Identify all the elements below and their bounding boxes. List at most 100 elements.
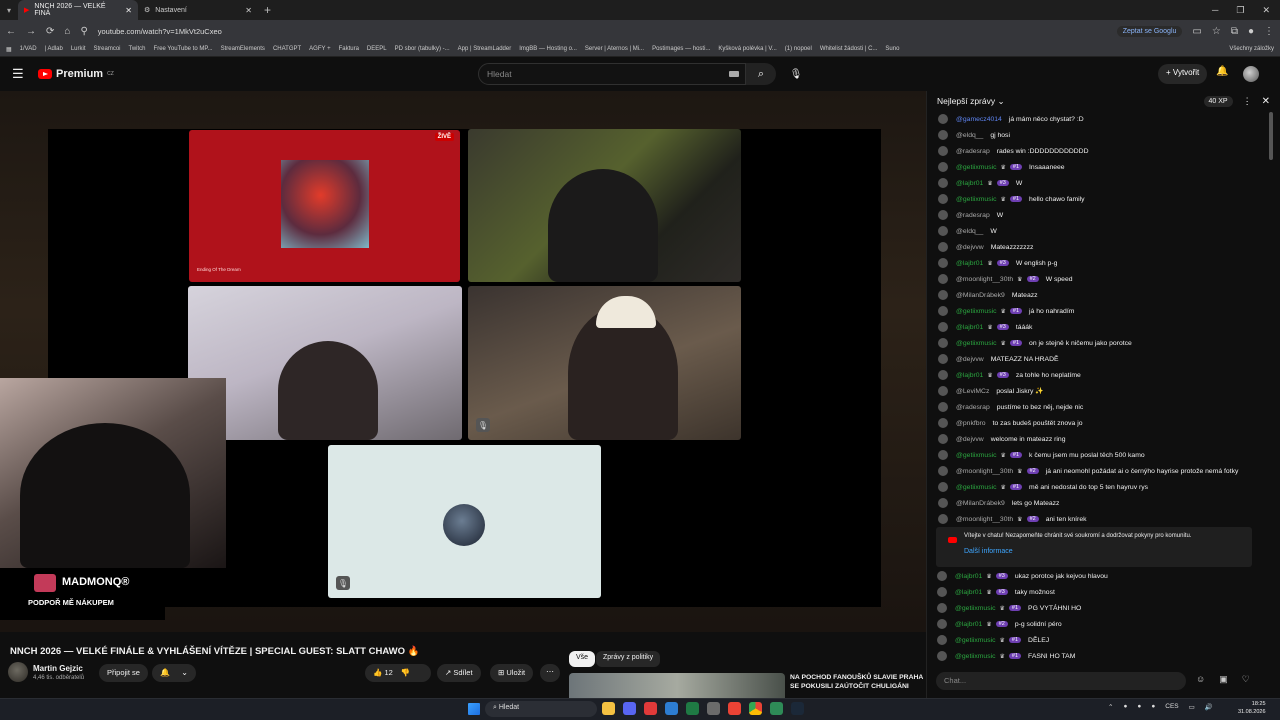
tray-icon[interactable]: ⌃ bbox=[1108, 703, 1113, 711]
bookmark[interactable]: StreamElements bbox=[221, 46, 265, 52]
chat-message[interactable]: @dejvvw welcome in mateazz ring bbox=[927, 431, 1275, 447]
chat-message[interactable]: @pnkfbro to zas budeš pouštět znova jo bbox=[927, 415, 1275, 431]
chat-author-avatar[interactable] bbox=[938, 482, 948, 492]
account-avatar[interactable] bbox=[1243, 66, 1259, 82]
more-actions-icon[interactable]: ⋯ bbox=[540, 664, 560, 682]
chat-author-avatar[interactable] bbox=[938, 450, 948, 460]
chat-author[interactable]: @getiixmusic bbox=[956, 196, 997, 203]
bookmark[interactable]: Streamcoi bbox=[94, 46, 121, 52]
close-tab-icon[interactable]: ✕ bbox=[125, 6, 132, 15]
chat-message[interactable]: @lajbr01 ♛ #2 p-g solidní péro bbox=[926, 616, 1274, 632]
keyboard-icon[interactable] bbox=[729, 71, 739, 77]
chat-author[interactable]: @pnkfbro bbox=[956, 420, 986, 427]
chat-author[interactable]: @lajbr01 bbox=[955, 589, 982, 596]
chat-message[interactable]: @LeviMCz poslal Jiskry ✨ bbox=[927, 383, 1275, 399]
chat-author[interactable]: @gamecz4014 bbox=[956, 116, 1002, 123]
app-icon[interactable] bbox=[728, 702, 741, 715]
bookmark[interactable]: AGFY + bbox=[309, 46, 330, 52]
chat-message[interactable]: @getiixmusic ♛ #1 já ho nahradím bbox=[927, 303, 1275, 319]
voice-search-icon[interactable]: 🎙 bbox=[786, 63, 806, 85]
tab-list-icon[interactable]: ▾ bbox=[0, 6, 18, 15]
extensions-icon[interactable]: ⧉ bbox=[1231, 26, 1238, 37]
bookmark[interactable]: Kyšková polévka | V... bbox=[718, 46, 776, 52]
chat-author[interactable]: @dejvvw bbox=[956, 356, 984, 363]
chat-author-avatar[interactable] bbox=[938, 194, 948, 204]
chat-author[interactable]: @moonlight__30th bbox=[956, 276, 1013, 283]
chat-message[interactable]: @moonlight__30th ♛ #2 ani ten knírek bbox=[927, 511, 1275, 527]
save-button[interactable]: ⊞ Uložit bbox=[490, 664, 534, 682]
join-button[interactable]: Připojit se bbox=[99, 664, 148, 682]
app-icon[interactable] bbox=[644, 702, 657, 715]
close-tab-icon[interactable]: ✕ bbox=[245, 6, 252, 15]
back-icon[interactable]: ← bbox=[6, 26, 16, 37]
chat-message[interactable]: @dejvvw MATEAZZ NA HRADĚ bbox=[927, 351, 1275, 367]
chat-author[interactable]: @getiixmusic bbox=[956, 452, 997, 459]
chat-author-avatar[interactable] bbox=[938, 418, 948, 428]
chat-author-avatar[interactable] bbox=[938, 130, 948, 140]
tab-youtube[interactable]: ▶ NNCH 2026 — VELKÉ FINÁ ✕ bbox=[18, 0, 138, 20]
bookmark[interactable]: Postimages — hosti... bbox=[652, 46, 710, 52]
language-indicator[interactable]: CES bbox=[1165, 703, 1178, 711]
chat-author-avatar[interactable] bbox=[938, 322, 948, 332]
share-button[interactable]: ↗ Sdílet bbox=[437, 664, 481, 682]
chat-author-avatar[interactable] bbox=[938, 402, 948, 412]
chip-all[interactable]: Vše bbox=[569, 651, 596, 667]
chat-author[interactable]: @lajbr01 bbox=[956, 180, 983, 187]
chat-message[interactable]: @lajbr01 ♛ #3 W bbox=[927, 175, 1275, 191]
excel-icon[interactable] bbox=[686, 702, 699, 715]
taskbar-clock[interactable]: 18:25 31.08.2026 bbox=[1238, 700, 1266, 716]
chat-author-avatar[interactable] bbox=[938, 210, 948, 220]
tab-settings[interactable]: ⚙ Nastavení ✕ bbox=[138, 0, 258, 20]
chat-author-avatar[interactable] bbox=[937, 571, 947, 581]
chat-message[interactable]: @dejvvw Mateazzzzzzz bbox=[927, 239, 1275, 255]
star-icon[interactable]: ☆ bbox=[1212, 26, 1221, 37]
bookmark[interactable]: App | StreamLadder bbox=[458, 46, 512, 52]
site-info-icon[interactable]: ⚲ bbox=[80, 26, 87, 37]
bookmark[interactable]: ImgBB — Hosting o... bbox=[519, 46, 577, 52]
chat-author[interactable]: @MilanDrábek9 bbox=[956, 292, 1005, 299]
chat-message[interactable]: @eldq__ W bbox=[927, 223, 1275, 239]
chat-author-avatar[interactable] bbox=[938, 338, 948, 348]
video-player[interactable]: ŽIVĚ Ending Of The Dream 🎙 🎙 MADMONQ® PO… bbox=[0, 91, 926, 632]
profile-icon[interactable]: ● bbox=[1248, 26, 1254, 37]
youtube-logo[interactable]: Premium CZ bbox=[38, 68, 114, 80]
chat-scrollbar[interactable] bbox=[1269, 112, 1273, 160]
chat-author-avatar[interactable] bbox=[938, 498, 948, 508]
more-options-icon[interactable]: ⋮ bbox=[1243, 96, 1252, 107]
volume-icon[interactable]: 🔊 bbox=[1205, 703, 1213, 711]
chat-author-avatar[interactable] bbox=[938, 226, 948, 236]
chat-author[interactable]: @lajbr01 bbox=[956, 260, 983, 267]
chat-author-avatar[interactable] bbox=[938, 386, 948, 396]
bookmark[interactable]: (1) nopoel bbox=[785, 46, 812, 52]
chat-author-avatar[interactable] bbox=[938, 434, 948, 444]
chat-author[interactable]: @moonlight__30th bbox=[956, 516, 1013, 523]
chat-author[interactable]: @MilanDrábek9 bbox=[956, 500, 1005, 507]
close-window-icon[interactable]: ✕ bbox=[1262, 5, 1270, 16]
chat-author-avatar[interactable] bbox=[938, 306, 948, 316]
chat-author[interactable]: @LeviMCz bbox=[956, 388, 989, 395]
windows-start-icon[interactable] bbox=[468, 703, 480, 715]
chat-message[interactable]: @MilanDrábek9 lets go Mateazz bbox=[927, 495, 1275, 511]
chat-message[interactable]: @getiixmusic ♛ #1 Insaaaneee bbox=[927, 159, 1275, 175]
chat-author[interactable]: @lajbr01 bbox=[956, 324, 983, 331]
chat-author[interactable]: @dejvvw bbox=[956, 244, 984, 251]
hamburger-menu-icon[interactable]: ☰ bbox=[12, 66, 28, 82]
url-field[interactable]: youtube.com/watch?v=1MkVt2uCxeo bbox=[98, 27, 1107, 36]
bookmark[interactable]: Lurkit bbox=[71, 46, 86, 52]
like-button[interactable]: 👍 12 bbox=[373, 668, 393, 678]
chat-author[interactable]: @radesrap bbox=[956, 148, 990, 155]
bookmark[interactable]: Faktura bbox=[339, 46, 359, 52]
chat-author-avatar[interactable] bbox=[938, 354, 948, 364]
bookmark[interactable]: Twitch bbox=[129, 46, 146, 52]
chat-message[interactable]: @MilanDrábek9 Mateazz bbox=[927, 287, 1275, 303]
chat-message[interactable]: @getiixmusic ♛ #1 hello chawo family bbox=[927, 191, 1275, 207]
app-icon[interactable] bbox=[770, 702, 783, 715]
chat-message[interactable]: @radesrap pustíme to bez něj, nejde nic bbox=[927, 399, 1275, 415]
chat-author[interactable]: @lajbr01 bbox=[956, 372, 983, 379]
chat-message[interactable]: @gamecz4014 já mám něco chystat? :D bbox=[927, 111, 1275, 127]
chat-author[interactable]: @getiixmusic bbox=[955, 605, 996, 612]
chat-message[interactable]: @moonlight__30th ♛ #2 já ani neomohl požáda… bbox=[927, 463, 1275, 479]
chat-author[interactable]: @lajbr01 bbox=[955, 573, 982, 580]
xp-badge[interactable]: 40 XP bbox=[1203, 95, 1233, 107]
chat-message[interactable]: @lajbr01 ♛ #3 tááák bbox=[927, 319, 1275, 335]
